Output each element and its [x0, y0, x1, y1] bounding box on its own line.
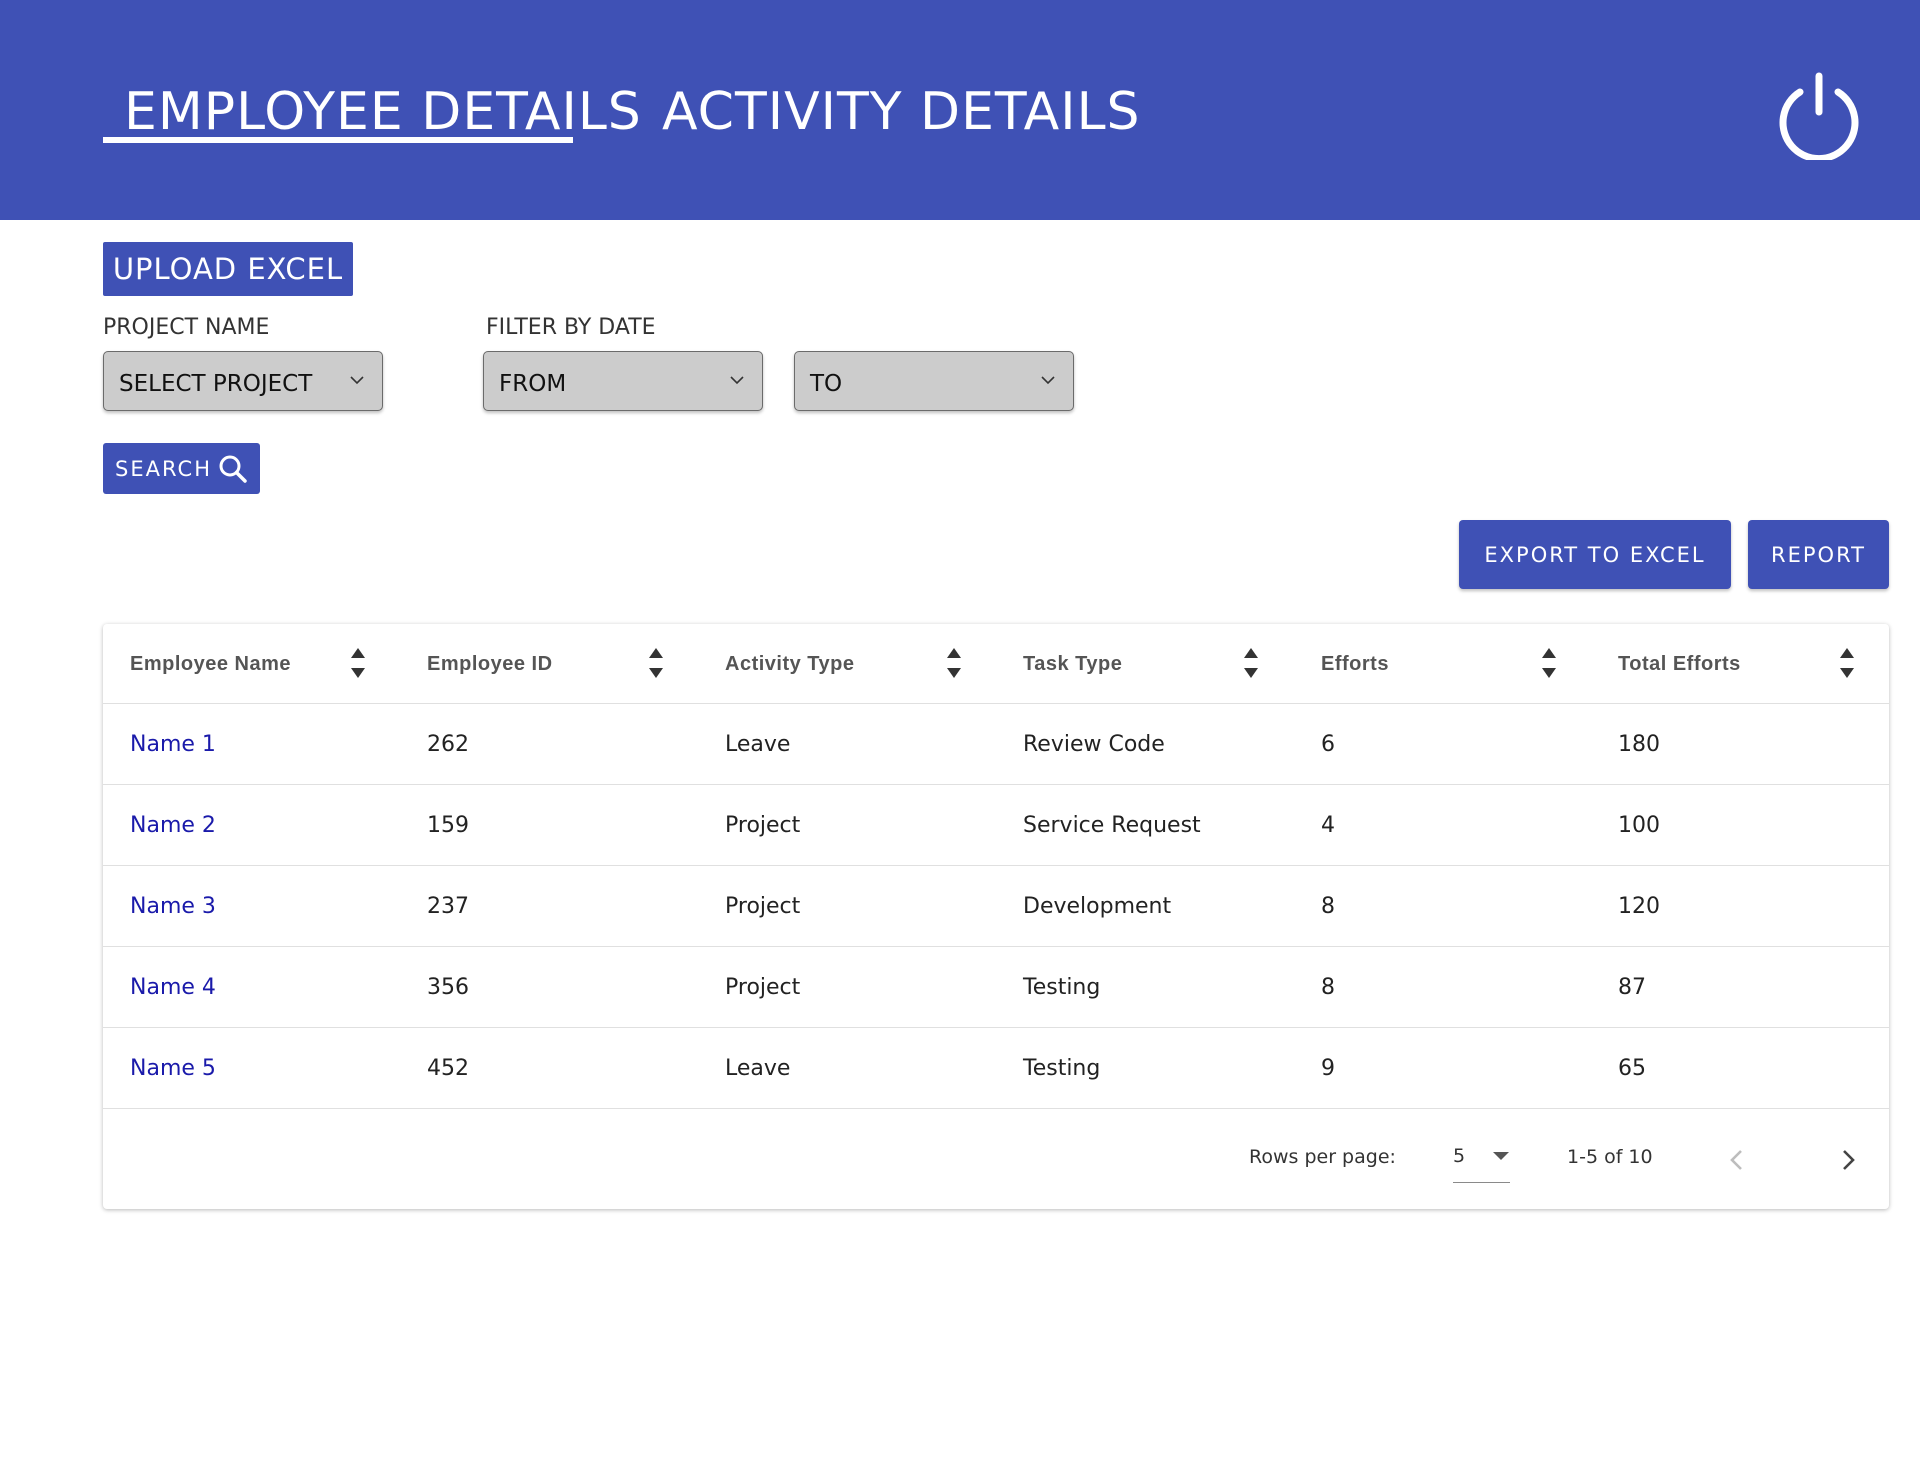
employee-name-link[interactable]: Name 1	[130, 704, 216, 785]
efforts-cell: 8	[1321, 894, 1335, 919]
sort-icon[interactable]	[1243, 646, 1259, 682]
tab-activity-details[interactable]: ACTIVITY DETAILS	[662, 82, 1141, 142]
sort-icon[interactable]	[1541, 646, 1557, 682]
date-from-select[interactable]: FROM	[483, 351, 763, 411]
chevron-right-icon[interactable]	[1830, 1142, 1866, 1178]
activity-type-cell: Project	[725, 813, 801, 838]
chevron-left-icon[interactable]	[1719, 1142, 1755, 1178]
upload-excel-button[interactable]: UPLOAD EXCEL	[103, 242, 353, 296]
activity-type-cell: Project	[725, 894, 801, 919]
task-type-cell: Development	[1023, 894, 1172, 919]
search-button[interactable]: SEARCH	[103, 443, 260, 494]
task-type-cell: Testing	[1023, 975, 1101, 1000]
employee-id-cell: 262	[427, 732, 469, 757]
sort-icon[interactable]	[648, 646, 664, 682]
task-type-cell: Service Request	[1023, 813, 1201, 838]
tab-employee-details[interactable]: EMPLOYEE DETAILS	[124, 82, 642, 142]
rows-per-page-value: 5	[1453, 1145, 1466, 1167]
total-efforts-cell: 65	[1618, 1056, 1646, 1081]
logout-button[interactable]	[1774, 70, 1864, 163]
power-icon	[1779, 72, 1859, 163]
chevron-down-icon	[730, 376, 744, 385]
search-button-label: SEARCH	[115, 456, 212, 481]
activity-type-cell: Leave	[725, 732, 791, 757]
col-employee-name[interactable]: Employee Name	[130, 624, 291, 704]
employee-id-cell: 159	[427, 813, 469, 838]
employee-id-cell: 356	[427, 975, 469, 1000]
sort-icon[interactable]	[946, 646, 962, 682]
pagination-range: 1-5 of 10	[1567, 1146, 1653, 1168]
col-activity-type[interactable]: Activity Type	[725, 624, 855, 704]
col-efforts[interactable]: Efforts	[1321, 624, 1389, 704]
filter-by-date-label: FILTER BY DATE	[486, 315, 656, 340]
efforts-cell: 9	[1321, 1056, 1335, 1081]
task-type-cell: Testing	[1023, 1056, 1101, 1081]
date-from-value: FROM	[499, 371, 567, 397]
sort-icon[interactable]	[1839, 646, 1855, 682]
task-type-cell: Review Code	[1023, 732, 1165, 757]
activity-type-cell: Project	[725, 975, 801, 1000]
col-employee-id[interactable]: Employee ID	[427, 624, 553, 704]
efforts-cell: 6	[1321, 732, 1335, 757]
rows-per-page-label: Rows per page:	[1249, 1146, 1396, 1168]
total-efforts-cell: 180	[1618, 732, 1660, 757]
table-row: Name 5 452 Leave Testing 9 65	[103, 1028, 1889, 1109]
project-select[interactable]: SELECT PROJECT	[103, 351, 383, 411]
total-efforts-cell: 100	[1618, 813, 1660, 838]
employee-table: Employee Name Employee ID Activity Type …	[103, 624, 1889, 1209]
project-name-label: PROJECT NAME	[103, 315, 270, 340]
active-tab-indicator	[103, 137, 573, 143]
table-row: Name 4 356 Project Testing 8 87	[103, 947, 1889, 1028]
col-total-efforts[interactable]: Total Efforts	[1618, 624, 1741, 704]
caret-down-icon	[1493, 1152, 1509, 1160]
employee-name-link[interactable]: Name 3	[130, 866, 216, 947]
employee-id-cell: 237	[427, 894, 469, 919]
col-task-type[interactable]: Task Type	[1023, 624, 1122, 704]
employee-name-link[interactable]: Name 4	[130, 947, 216, 1028]
chevron-down-icon	[1041, 376, 1055, 385]
employee-name-link[interactable]: Name 5	[130, 1028, 216, 1109]
report-button[interactable]: REPORT	[1748, 520, 1889, 589]
efforts-cell: 8	[1321, 975, 1335, 1000]
employee-name-link[interactable]: Name 2	[130, 785, 216, 866]
app-header: EMPLOYEE DETAILS ACTIVITY DETAILS	[0, 0, 1920, 220]
total-efforts-cell: 120	[1618, 894, 1660, 919]
activity-type-cell: Leave	[725, 1056, 791, 1081]
search-icon	[219, 455, 247, 483]
table-row: Name 2 159 Project Service Request 4 100	[103, 785, 1889, 866]
table-header: Employee Name Employee ID Activity Type …	[103, 624, 1889, 704]
export-to-excel-button[interactable]: EXPORT TO EXCEL	[1459, 520, 1731, 589]
employee-id-cell: 452	[427, 1056, 469, 1081]
date-to-select[interactable]: TO	[794, 351, 1074, 411]
efforts-cell: 4	[1321, 813, 1335, 838]
project-select-value: SELECT PROJECT	[119, 371, 313, 397]
chevron-down-icon	[350, 376, 364, 385]
date-to-value: TO	[810, 371, 843, 397]
total-efforts-cell: 87	[1618, 975, 1646, 1000]
table-row: Name 1 262 Leave Review Code 6 180	[103, 704, 1889, 785]
table-row: Name 3 237 Project Development 8 120	[103, 866, 1889, 947]
rows-per-page-select[interactable]: 5	[1453, 1143, 1510, 1183]
sort-icon[interactable]	[350, 646, 366, 682]
